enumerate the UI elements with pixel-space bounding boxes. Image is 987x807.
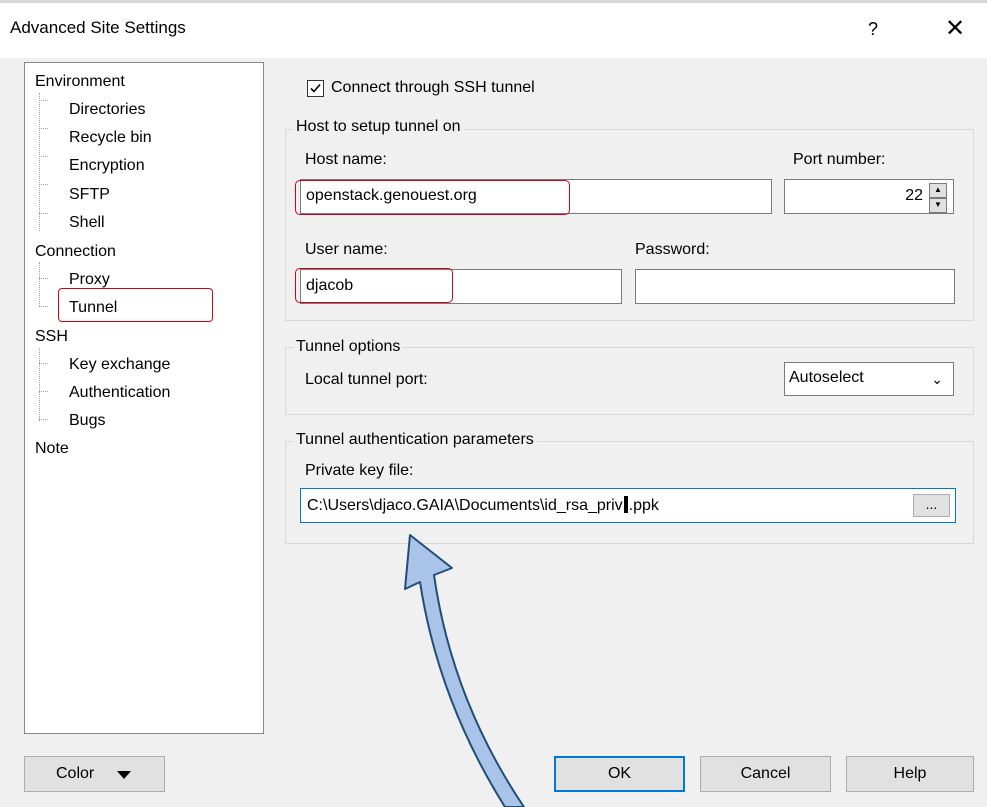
tree-item-shell[interactable]: Shell — [69, 214, 105, 232]
dropdown-arrow-icon — [117, 771, 131, 779]
chevron-down-icon: ⌄ — [931, 371, 943, 387]
tree-item-proxy[interactable]: Proxy — [69, 271, 110, 289]
user-name-label: User name: — [305, 241, 388, 258]
tree-item-ssh[interactable]: SSH — [35, 328, 68, 346]
private-key-label: Private key file: — [305, 462, 414, 479]
tree-item-connection[interactable]: Connection — [35, 243, 116, 261]
spin-up-icon: ▲ — [929, 183, 947, 198]
tunnel-options-title: Tunnel options — [293, 338, 404, 356]
port-spinner[interactable]: ▲ ▼ — [929, 183, 947, 213]
color-button-label: Color — [56, 765, 95, 782]
tree-item-note[interactable]: Note — [35, 440, 69, 458]
tree-item-directories[interactable]: Directories — [69, 101, 145, 119]
private-key-input[interactable]: C:\Users\djaco.GAIA\Documents\id_rsa_pri… — [300, 488, 956, 523]
ok-button[interactable]: OK — [554, 756, 685, 792]
private-key-extension: .ppk — [628, 497, 659, 514]
color-button[interactable]: Color — [24, 756, 165, 792]
password-label: Password: — [635, 241, 710, 258]
browse-key-button[interactable]: ... — [913, 494, 950, 517]
cancel-button[interactable]: Cancel — [700, 756, 831, 792]
host-name-label: Host name: — [305, 151, 387, 168]
help-title-button[interactable]: ? — [857, 14, 889, 44]
text-cursor — [623, 496, 628, 513]
ssh-tunnel-checkbox[interactable] — [307, 80, 324, 97]
local-tunnel-port-select[interactable]: Autoselect ⌄ — [784, 362, 954, 396]
close-button[interactable]: ✕ — [935, 12, 975, 46]
tree-item-bugs[interactable]: Bugs — [69, 412, 105, 430]
port-number-label: Port number: — [793, 151, 886, 168]
tree-item-authentication[interactable]: Authentication — [69, 384, 170, 402]
top-edge — [0, 0, 987, 3]
password-input[interactable] — [635, 269, 955, 304]
local-tunnel-port-label: Local tunnel port: — [305, 371, 428, 388]
tunnel-highlight — [58, 288, 213, 322]
tunnel-auth-title: Tunnel authentication parameters — [293, 431, 537, 449]
tree-item-environment[interactable]: Environment — [35, 73, 125, 91]
host-group-title: Host to setup tunnel on — [293, 118, 464, 136]
tree-item-sftp[interactable]: SFTP — [69, 186, 110, 204]
checkmark-icon — [310, 83, 321, 93]
tree-item-encryption[interactable]: Encryption — [69, 157, 145, 175]
tree-item-recycle-bin[interactable]: Recycle bin — [69, 129, 152, 147]
private-key-path: C:\Users\djaco.GAIA\Documents\id_rsa_pri… — [307, 497, 623, 514]
window-title: Advanced Site Settings — [10, 18, 186, 37]
spin-down-icon: ▼ — [929, 198, 947, 213]
host-name-highlight — [295, 180, 570, 215]
settings-tree[interactable]: Environment Directories Recycle bin Encr… — [24, 62, 264, 734]
user-name-highlight — [295, 268, 453, 303]
local-tunnel-port-value: Autoselect — [789, 369, 864, 386]
tree-item-key-exchange[interactable]: Key exchange — [69, 356, 170, 374]
help-button[interactable]: Help — [846, 756, 974, 792]
ssh-tunnel-label[interactable]: Connect through SSH tunnel — [331, 79, 535, 97]
